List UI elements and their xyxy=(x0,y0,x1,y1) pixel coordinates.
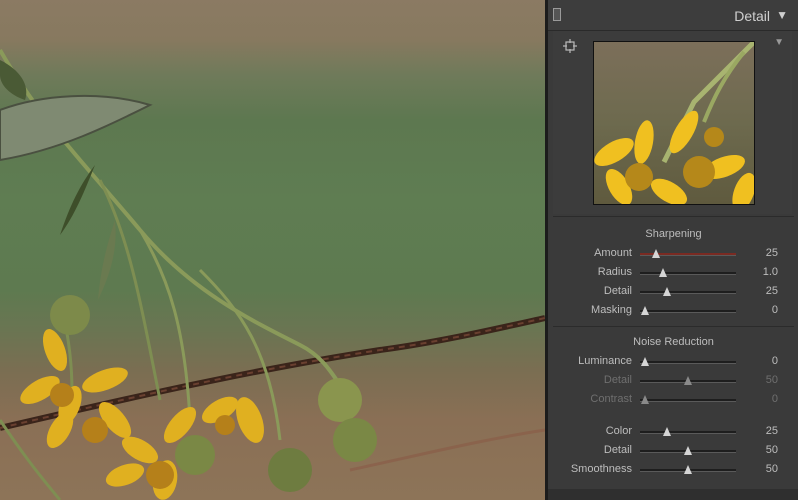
zoom-preview-image[interactable] xyxy=(593,41,755,205)
detail-panel: Detail ▼ ▼ Sharpening Amount 25 Radius 1… xyxy=(545,0,798,500)
slider-track[interactable] xyxy=(640,446,736,455)
slider-track[interactable] xyxy=(640,357,736,366)
crosshair-target-icon[interactable] xyxy=(563,39,577,53)
slider-nr-luminance-detail[interactable]: Detail 50 xyxy=(553,371,794,390)
slider-sharpening-detail[interactable]: Detail 25 xyxy=(553,282,794,301)
divider xyxy=(553,216,794,217)
slider-nr-color[interactable]: Color 25 xyxy=(553,422,794,441)
slider-sharpening-radius[interactable]: Radius 1.0 xyxy=(553,263,794,282)
slider-thumb[interactable] xyxy=(684,465,692,474)
slider-value[interactable]: 25 xyxy=(738,285,778,297)
slider-label: Color xyxy=(605,425,632,437)
zoom-preview-flower xyxy=(594,42,754,204)
slider-track[interactable] xyxy=(640,427,736,436)
slider-track[interactable] xyxy=(640,395,736,404)
slider-track[interactable] xyxy=(640,306,736,315)
panel-switch-icon[interactable] xyxy=(553,8,561,21)
noise-reduction-title: Noise Reduction xyxy=(633,336,714,348)
slider-value[interactable]: 0 xyxy=(738,304,778,316)
slider-track[interactable] xyxy=(640,287,736,296)
preview-menu-icon[interactable]: ▼ xyxy=(774,37,784,48)
slider-track[interactable] xyxy=(640,268,736,277)
slider-nr-luminance[interactable]: Luminance 0 xyxy=(553,352,794,371)
divider xyxy=(553,326,794,327)
panel-title: Detail xyxy=(734,8,770,24)
slider-thumb[interactable] xyxy=(640,395,649,404)
slider-label: Detail xyxy=(603,374,632,386)
slider-value[interactable]: 50 xyxy=(738,374,778,386)
slider-sharpening-amount[interactable]: Amount 25 xyxy=(553,244,794,263)
slider-value[interactable]: 50 xyxy=(738,463,778,475)
slider-value[interactable]: 25 xyxy=(738,247,778,259)
slider-value[interactable]: 0 xyxy=(738,393,778,405)
slider-nr-contrast[interactable]: Contrast 0 xyxy=(553,390,794,409)
slider-value[interactable]: 25 xyxy=(738,425,778,437)
slider-value[interactable]: 1.0 xyxy=(738,266,778,278)
slider-track[interactable] xyxy=(640,465,736,474)
sharpening-title: Sharpening xyxy=(645,228,702,240)
slider-thumb[interactable] xyxy=(659,268,668,277)
slider-label: Radius xyxy=(597,266,632,278)
slider-thumb[interactable] xyxy=(662,427,671,436)
slider-label: Masking xyxy=(591,304,632,316)
slider-thumb[interactable] xyxy=(640,357,649,366)
slider-track[interactable] xyxy=(640,249,736,258)
slider-nr-color-detail[interactable]: Detail 50 xyxy=(553,441,794,460)
slider-thumb[interactable] xyxy=(684,376,692,385)
panel-header[interactable]: Detail ▼ xyxy=(548,0,798,31)
slider-thumb[interactable] xyxy=(662,287,671,296)
slider-label: Detail xyxy=(603,444,632,456)
slider-track[interactable] xyxy=(640,376,736,385)
slider-label: Contrast xyxy=(590,393,632,405)
photo-canvas[interactable] xyxy=(0,0,545,500)
slider-label: Detail xyxy=(603,285,632,297)
slider-nr-smoothness[interactable]: Smoothness 50 xyxy=(553,460,794,479)
flower-photo xyxy=(0,49,545,500)
slider-label: Luminance xyxy=(578,355,632,367)
slider-thumb[interactable] xyxy=(652,249,661,258)
triangle-down-icon[interactable]: ▼ xyxy=(776,8,788,22)
panel-footer xyxy=(548,489,798,500)
slider-value[interactable]: 0 xyxy=(738,355,778,367)
slider-sharpening-masking[interactable]: Masking 0 xyxy=(553,301,794,320)
slider-thumb[interactable] xyxy=(640,306,649,315)
slider-label: Amount xyxy=(594,247,632,259)
slider-label: Smoothness xyxy=(570,463,632,475)
detail-preview: ▼ xyxy=(553,31,792,214)
slider-value[interactable]: 50 xyxy=(738,444,778,456)
slider-thumb[interactable] xyxy=(684,446,692,455)
